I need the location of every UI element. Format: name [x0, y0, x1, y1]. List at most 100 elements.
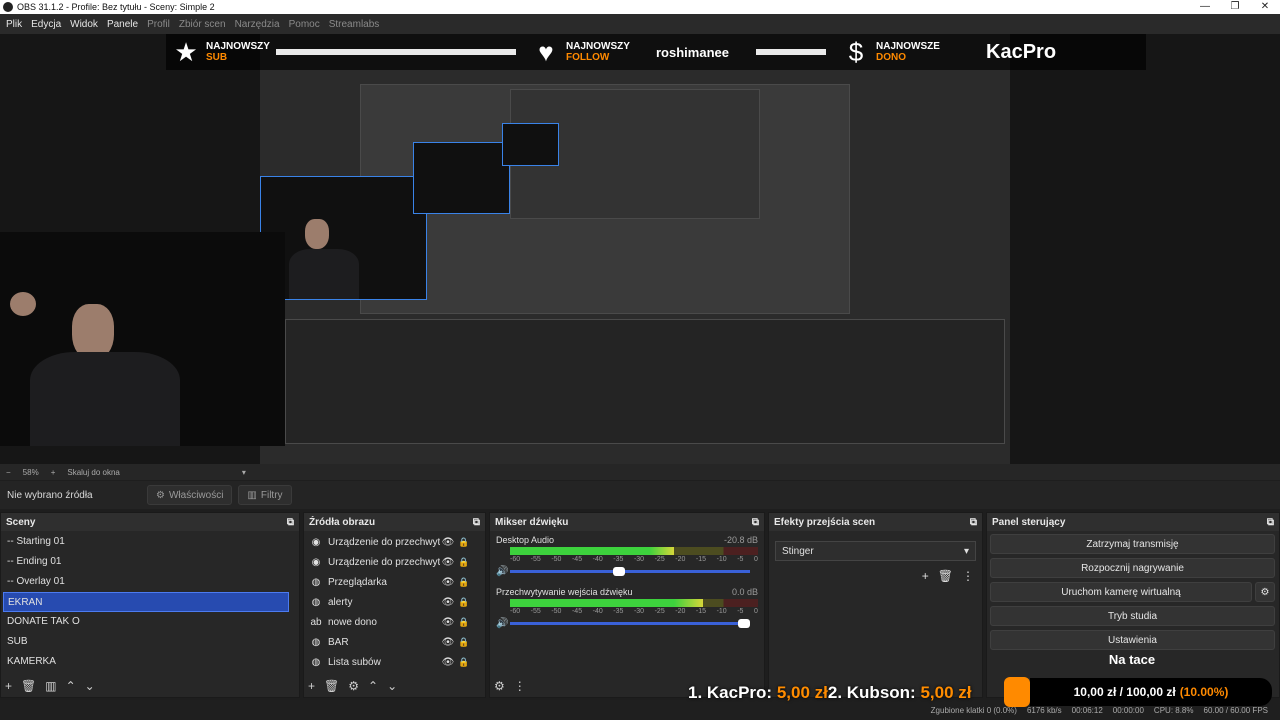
sources-dock-header: Źródła obrazu ⧉ [304, 513, 485, 531]
volume-slider-handle[interactable] [613, 567, 626, 576]
advanced-audio-icon[interactable]: ⚙ [494, 679, 505, 693]
menu-tools[interactable]: Narzędzia [235, 19, 280, 30]
move-down-icon[interactable]: ⌄ [387, 679, 397, 693]
browser-icon: ◍ [311, 576, 321, 588]
scene-item[interactable]: DONATE TAK O [1, 612, 299, 632]
menu-streamlabs[interactable]: Streamlabs [329, 19, 380, 30]
browser-icon: ◍ [311, 596, 321, 608]
latest-follow-widget: ♥ NAJNOWSZY FOLLOW roshimanee [526, 34, 756, 70]
restore-button[interactable]: ❐ [1220, 0, 1250, 14]
menu-edit[interactable]: Edycja [31, 19, 61, 30]
settings-button[interactable]: Ustawienia [990, 630, 1275, 650]
source-item[interactable]: ab nowe dono 👁 🔒 [304, 612, 485, 632]
start-virtual-camera-button[interactable]: Uruchom kamerę wirtualną [990, 582, 1252, 602]
remove-transition-icon[interactable]: 🗑 [938, 569, 953, 583]
dollar-icon: $ [848, 36, 864, 67]
filters-label: Filtry [260, 489, 283, 501]
donation-goal-bar: 10,00 zł / 100,00 zł (10.00%) [1004, 677, 1272, 707]
scale-mode-select[interactable]: Skaluj do okna [67, 468, 119, 477]
chevron-down-icon[interactable]: ▾ [242, 468, 246, 477]
visibility-eye-icon[interactable]: 👁 [440, 637, 456, 648]
preview-zoom-bar: − 58% + Skaluj do okna ▾ [0, 464, 1280, 480]
zoom-out-button[interactable]: − [6, 468, 11, 477]
scene-transitions-dock: Efekty przejścia scen ⧉ Stinger ▾ + 🗑 ⋮ [768, 512, 983, 698]
menu-docks[interactable]: Panele [107, 19, 138, 30]
audio-mixer-dock: Mikser dźwięku ⧉ Desktop Audio -20.8 dB -6… [489, 512, 765, 698]
menu-view[interactable]: Widok [70, 19, 98, 30]
source-item[interactable]: ◉ Urządzenie do przechwytywania👁🔒 [304, 532, 485, 552]
text-icon: ab [310, 616, 322, 628]
menu-profile[interactable]: Profil [147, 19, 170, 30]
add-scene-icon[interactable]: + [5, 679, 12, 693]
speaker-icon[interactable]: 🔊 [496, 618, 510, 629]
volume-slider[interactable] [510, 619, 750, 628]
scene-item[interactable]: KAMERKA [1, 652, 299, 672]
visibility-eye-icon[interactable]: 👁 [440, 537, 456, 548]
properties-button[interactable]: ⚙ Właściwości [147, 485, 233, 505]
remove-source-icon[interactable]: 🗑 [324, 679, 339, 693]
speaker-icon[interactable]: 🔊 [496, 566, 510, 577]
scene-filters-icon[interactable]: ▥ [45, 679, 56, 693]
move-up-icon[interactable]: ⌃ [368, 679, 378, 693]
source-item[interactable]: ◍ Lista subów 👁 🔒 [304, 652, 485, 672]
dono-label-top: NAJNOWSZE [876, 41, 940, 52]
gear-icon[interactable]: ⚙ [1255, 582, 1275, 602]
menu-scene-collection[interactable]: Zbiór scen [179, 19, 226, 30]
more-options-icon[interactable]: ⋮ [962, 569, 974, 583]
move-up-icon[interactable]: ⌃ [66, 679, 76, 693]
visibility-eye-icon[interactable]: 👁 [440, 657, 456, 668]
scene-item[interactable]: SUB [1, 632, 299, 652]
lock-icon[interactable]: 🔒 [456, 537, 472, 548]
source-item[interactable]: ◍ BAR 👁 🔒 [304, 632, 485, 652]
sources-dock: Źródła obrazu ⧉ ◉ Urządzenie do przechwyt… [303, 512, 486, 698]
menu-file[interactable]: Plik [6, 19, 22, 30]
menu-help[interactable]: Pomoc [289, 19, 320, 30]
meter-tick-label: -45 [571, 608, 583, 615]
visibility-eye-icon[interactable]: 👁 [440, 617, 456, 628]
minimize-button[interactable]: — [1190, 0, 1220, 14]
close-button[interactable]: ✕ [1250, 0, 1280, 14]
latest-dono-widget: $ NAJNOWSZE DONO KacPro [836, 34, 1056, 70]
start-recording-button[interactable]: Rozpocznij nagrywanie [990, 558, 1275, 578]
channel-name: Przechwytywanie wejścia dźwięku [496, 587, 633, 597]
source-item[interactable]: ◍ Przeglądarka 👁 🔒 [304, 572, 485, 592]
transition-select[interactable]: Stinger ▾ [775, 541, 976, 561]
more-options-icon[interactable]: ⋮ [514, 679, 526, 693]
undock-icon[interactable]: ⧉ [1267, 517, 1274, 528]
source-properties-icon[interactable]: ⚙ [348, 679, 359, 693]
visibility-eye-icon[interactable]: 👁 [440, 577, 456, 588]
lock-icon[interactable]: 🔒 [456, 617, 472, 628]
scenes-toolbar: + 🗑 ▥ ⌃ ⌄ [1, 675, 299, 697]
lock-icon[interactable]: 🔒 [456, 637, 472, 648]
studio-mode-button[interactable]: Tryb studia [990, 606, 1275, 626]
scene-item[interactable]: -- Ending 01 [1, 552, 299, 572]
remove-scene-icon[interactable]: 🗑 [21, 679, 36, 693]
undock-icon[interactable]: ⧉ [287, 517, 294, 528]
meter-tick-label: -10 [716, 556, 727, 563]
filters-button[interactable]: ▥ Filtry [238, 485, 292, 505]
preview-area[interactable]: ★ NAJNOWSZY SUB ♥ NAJNOWSZY FOLLOW roshi… [0, 34, 1280, 464]
visibility-eye-icon[interactable]: 👁 [440, 557, 456, 568]
lock-icon[interactable]: 🔒 [456, 657, 472, 668]
visibility-eye-icon[interactable]: 👁 [440, 597, 456, 608]
lock-icon[interactable]: 🔒 [456, 577, 472, 588]
move-down-icon[interactable]: ⌄ [85, 679, 95, 693]
volume-slider-handle[interactable] [738, 619, 750, 628]
volume-slider[interactable] [510, 567, 750, 576]
heart-icon: ♥ [538, 36, 554, 67]
zoom-in-button[interactable]: + [51, 468, 56, 477]
add-source-icon[interactable]: + [308, 679, 315, 693]
stop-streaming-button[interactable]: Zatrzymaj transmisję [990, 534, 1275, 554]
add-transition-icon[interactable]: + [922, 569, 929, 583]
undock-icon[interactable]: ⧉ [473, 517, 480, 528]
lock-icon[interactable]: 🔒 [456, 557, 472, 568]
source-item[interactable]: ◍ alerty 👁 🔒 [304, 592, 485, 612]
meter-tick-label: -50 [551, 608, 562, 615]
undock-icon[interactable]: ⧉ [752, 517, 759, 528]
scene-item[interactable]: -- Overlay 01 [1, 572, 299, 592]
scene-item[interactable]: -- Starting 01 [1, 532, 299, 552]
lock-icon[interactable]: 🔒 [456, 597, 472, 608]
undock-icon[interactable]: ⧉ [970, 517, 977, 528]
source-item[interactable]: ◉ Urządzenie do przechwytywania👁🔒 [304, 552, 485, 572]
scene-item-selected[interactable]: EKRAN [3, 592, 289, 612]
